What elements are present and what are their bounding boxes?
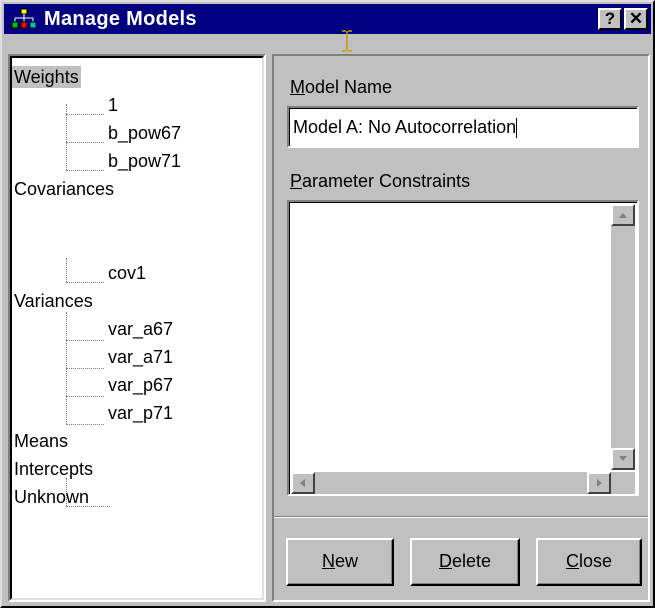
scroll-up-button[interactable]	[611, 204, 635, 226]
tree-item-covariances[interactable]: Covariances	[14, 178, 114, 200]
tree-item-1[interactable]: 1	[108, 94, 118, 116]
tree-item-var-p71[interactable]: var_p71	[108, 402, 173, 424]
scroll-right-button[interactable]	[587, 472, 611, 494]
vertical-scrollbar[interactable]	[611, 204, 635, 470]
divider	[274, 516, 648, 518]
scroll-left-button[interactable]	[291, 472, 315, 494]
tree-item-intercepts[interactable]: Intercepts	[14, 458, 93, 480]
close-icon[interactable]: ✕	[624, 8, 648, 30]
arrow-left-icon	[300, 479, 305, 487]
tree-item-means[interactable]: Means	[14, 430, 68, 452]
parameter-constraints-textarea[interactable]	[287, 200, 639, 496]
scroll-down-button[interactable]	[611, 448, 635, 470]
new-button[interactable]: New	[286, 538, 394, 586]
tree-item-unknown[interactable]: Unknown	[14, 486, 89, 508]
model-name-label: Model Name	[290, 77, 393, 97]
title-bar[interactable]: Manage Models ? ✕	[4, 4, 651, 34]
tree-item-weights[interactable]: Weights	[12, 66, 81, 88]
tree-item-cov1[interactable]: cov1	[108, 262, 146, 284]
manage-models-dialog: Manage Models ? ✕ Weights 1 b_pow67 b_po…	[0, 0, 655, 608]
parameter-constraints-label: Parameter Constraints	[290, 171, 471, 191]
arrow-up-icon	[619, 213, 627, 218]
model-name-input[interactable]: Model A: No Autocorrelation	[287, 106, 639, 148]
scrollbar-corner	[611, 472, 635, 494]
parameter-tree[interactable]: Weights 1 b_pow67 b_pow71 Covariances co…	[8, 54, 266, 602]
arrow-down-icon	[619, 456, 627, 461]
text-cursor-icon	[342, 30, 352, 52]
tree-item-b-pow67[interactable]: b_pow67	[108, 122, 181, 144]
tree-item-b-pow71[interactable]: b_pow71	[108, 150, 181, 172]
model-tree-icon	[11, 8, 37, 29]
arrow-right-icon	[597, 479, 602, 487]
text-caret	[516, 118, 518, 139]
help-button[interactable]: ?	[598, 8, 622, 30]
delete-button[interactable]: Delete	[410, 538, 520, 586]
tree-item-var-p67[interactable]: var_p67	[108, 374, 173, 396]
tree-item-var-a71[interactable]: var_a71	[108, 346, 173, 368]
tree-item-variances[interactable]: Variances	[14, 290, 93, 312]
window-title: Manage Models	[44, 8, 197, 30]
close-button[interactable]: Close	[536, 538, 642, 586]
tree-item-var-a67[interactable]: var_a67	[108, 318, 173, 340]
horizontal-scrollbar[interactable]	[291, 472, 611, 494]
